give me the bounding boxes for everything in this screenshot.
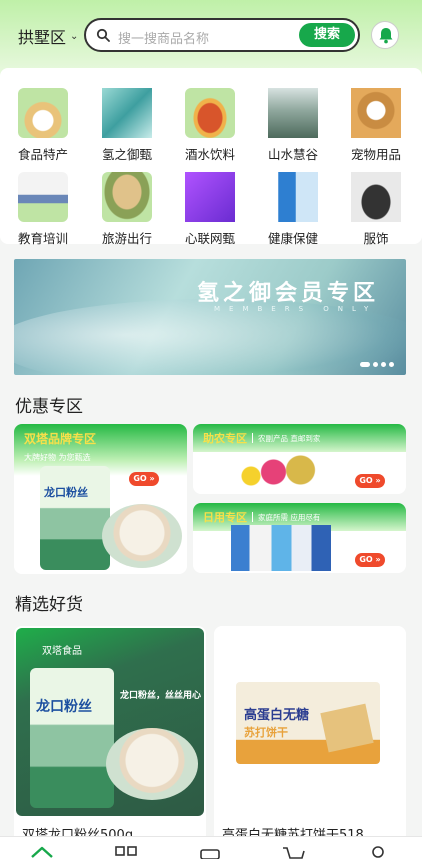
package-text: 高蛋白无糖	[244, 708, 310, 723]
category-pet[interactable]: 宠物用品	[341, 88, 411, 163]
category-apparel[interactable]: 服饰	[341, 172, 411, 247]
header: 拱墅区 ⌄ 搜一搜商品名称 搜索	[0, 18, 422, 54]
search-icon	[96, 28, 110, 42]
chevron-down-icon: ⌄	[70, 30, 79, 42]
go-badge[interactable]: GO »	[355, 474, 385, 488]
district-label: 拱墅区	[18, 28, 67, 47]
promo-brand-card[interactable]: 双塔品牌专区 大牌好物 为您甄选 GO » 龙口粉丝	[14, 424, 187, 574]
noodle-package-image: 龙口粉丝	[30, 668, 114, 808]
category-label: 山水慧谷	[267, 147, 318, 162]
noodle-bowl-image	[106, 728, 198, 800]
divider	[252, 512, 253, 522]
go-badge[interactable]: GO »	[355, 553, 385, 567]
category-label: 酒水饮料	[184, 147, 235, 162]
xinlian-thumb	[185, 172, 235, 222]
promo-farm-card[interactable]: 助农专区 农副产品 直邮到家 GO »	[193, 424, 406, 494]
package-subtext: 苏打饼干	[244, 726, 288, 739]
category-label: 服饰	[363, 231, 389, 246]
category-label: 旅游出行	[101, 231, 152, 246]
category-label: 食品特产	[17, 147, 68, 162]
category-icon[interactable]	[114, 845, 138, 859]
search-input[interactable]: 搜一搜商品名称	[118, 28, 209, 47]
package-text: 龙口粉丝	[44, 486, 88, 499]
noodle-package-image: 龙口粉丝	[40, 466, 110, 570]
landscape-thumb	[268, 88, 318, 138]
divider	[252, 433, 253, 443]
promo-farm-title: 助农专区	[203, 432, 247, 445]
fruit-image	[233, 452, 323, 492]
noodle-bowl-image	[102, 504, 182, 568]
product-card[interactable]: 高蛋白无糖 苏打饼干 高蛋白无糖苏打饼干518	[214, 626, 406, 856]
product-image: 高蛋白无糖 苏打饼干	[236, 682, 380, 764]
promo-daily-subtitle: 家庭所需 应用尽有	[258, 512, 321, 522]
notification-button[interactable]	[371, 21, 399, 49]
food-specialty-thumb	[18, 88, 68, 138]
cracker-image	[320, 703, 374, 753]
category-label: 氢之御甄	[101, 147, 152, 162]
carousel-dot	[373, 362, 378, 367]
pet-thumb	[351, 88, 401, 138]
category-health[interactable]: 健康保健	[258, 172, 328, 247]
carousel-dot-active	[360, 362, 370, 367]
category-liquor[interactable]: 酒水饮料	[175, 88, 245, 163]
category-label: 健康保健	[267, 231, 318, 246]
category-grid: 食品特产 氢之御甄 酒水饮料 山水慧谷 宠物用品 教育培训 旅游出行 心联网甄 …	[0, 68, 422, 247]
banner-title: 氢之御会员专区	[197, 281, 380, 306]
promo-section-title: 优惠专区	[15, 397, 83, 417]
profile-icon[interactable]	[366, 845, 390, 859]
category-label: 宠物用品	[350, 147, 401, 162]
health-thumb	[268, 172, 318, 222]
member-banner[interactable]: 氢之御会员专区 MEMBERS ONLY	[14, 259, 406, 375]
category-xinlian[interactable]: 心联网甄	[175, 172, 245, 247]
category-label: 心联网甄	[184, 231, 235, 246]
package-text: 龙口粉丝	[36, 699, 92, 715]
category-travel[interactable]: 旅游出行	[92, 172, 162, 247]
product-image: 双塔食品 龙口粉丝，丝丝用心 龙口粉丝	[16, 628, 204, 816]
promo-daily-card[interactable]: 日用专区 家庭所需 应用尽有 GO »	[193, 503, 406, 573]
promo-farm-subtitle: 农副产品 直邮到家	[258, 433, 321, 443]
promo-brand-title: 双塔品牌专区	[24, 432, 97, 446]
brand-label: 双塔食品	[42, 646, 82, 657]
wallet-icon[interactable]	[198, 845, 222, 859]
category-food-specialty[interactable]: 食品特产	[8, 88, 78, 163]
education-thumb	[18, 172, 68, 222]
apparel-thumb	[351, 172, 401, 222]
category-hydrogen[interactable]: 氢之御甄	[92, 88, 162, 163]
hydrogen-select-thumb	[102, 88, 152, 138]
category-landscape[interactable]: 山水慧谷	[258, 88, 328, 163]
carousel-dot	[389, 362, 394, 367]
liquor-thumb	[185, 88, 235, 138]
carousel-dot	[381, 362, 386, 367]
featured-section-title: 精选好货	[15, 595, 83, 615]
promo-brand-subtitle: 大牌好物 为您甄选	[24, 453, 91, 462]
carousel-indicator	[360, 362, 394, 367]
product-card[interactable]: 双塔食品 龙口粉丝，丝丝用心 龙口粉丝 双塔龙口粉丝500g	[14, 626, 206, 856]
bell-icon	[379, 28, 393, 44]
product-slogan: 龙口粉丝，丝丝用心	[120, 691, 202, 701]
daily-goods-image	[231, 525, 331, 571]
travel-thumb	[102, 172, 152, 222]
bottom-tab-bar	[0, 836, 422, 859]
promo-farm-header: 助农专区 农副产品 直邮到家	[193, 424, 406, 452]
category-education[interactable]: 教育培训	[8, 172, 78, 247]
home-icon[interactable]	[30, 845, 54, 859]
search-bar[interactable]: 搜一搜商品名称 搜索	[84, 18, 360, 52]
search-button[interactable]: 搜索	[299, 23, 355, 47]
district-selector[interactable]: 拱墅区 ⌄	[18, 24, 78, 48]
category-label: 教育培训	[17, 231, 68, 246]
go-badge[interactable]: GO »	[129, 472, 159, 486]
promo-daily-title: 日用专区	[203, 511, 247, 524]
banner-subtitle: MEMBERS ONLY	[214, 305, 378, 313]
cart-icon[interactable]	[282, 845, 306, 859]
